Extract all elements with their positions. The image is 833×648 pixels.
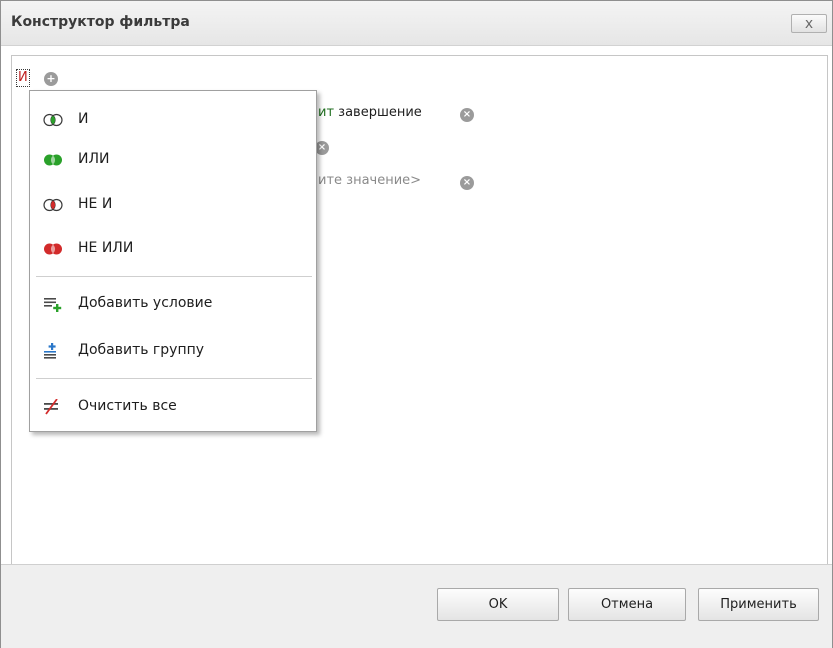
- remove-condition-1-icon[interactable]: ×: [460, 108, 474, 122]
- menu-item-not-and[interactable]: НЕ И: [30, 188, 316, 222]
- close-button[interactable]: x: [791, 14, 827, 33]
- menu-item-and[interactable]: И: [30, 103, 316, 137]
- condition-3-value-placeholder[interactable]: ите значение>: [318, 173, 421, 188]
- remove-condition-2-icon[interactable]: ×: [315, 141, 329, 155]
- condition-1-value: завершение: [338, 105, 422, 120]
- cancel-button[interactable]: Отмена: [568, 588, 686, 621]
- menu-item-add-condition[interactable]: Добавить условие: [30, 287, 316, 321]
- title-bar: Конструктор фильтра x: [1, 1, 832, 46]
- close-icon: x: [804, 16, 814, 32]
- menu-separator: [36, 378, 312, 379]
- rings-or-icon: [44, 154, 62, 166]
- menu-item-clear-all-label: Очистить все: [78, 398, 177, 414]
- menu-item-not-and-label: НЕ И: [78, 196, 113, 212]
- rings-not-or-icon: [44, 243, 62, 255]
- condition-1-operation: ит: [318, 105, 335, 120]
- apply-button[interactable]: Применить: [698, 588, 819, 621]
- menu-item-or[interactable]: ИЛИ: [30, 143, 316, 177]
- menu-item-add-group-label: Добавить группу: [78, 342, 205, 358]
- group-operator-menu: И ИЛИ НЕ И НЕ ИЛИ Добавить условие Добав…: [29, 90, 317, 432]
- dialog-title: Конструктор фильтра: [11, 14, 190, 30]
- add-condition-icon: [44, 298, 62, 312]
- condition-1-text[interactable]: ит завершение: [318, 105, 422, 120]
- menu-item-not-or[interactable]: НЕ ИЛИ: [30, 232, 316, 266]
- remove-condition-3-icon[interactable]: ×: [460, 176, 474, 190]
- add-condition-plus-icon[interactable]: +: [44, 72, 58, 86]
- root-group-operator[interactable]: И: [16, 69, 30, 87]
- menu-separator: [36, 276, 312, 277]
- menu-item-or-label: ИЛИ: [78, 151, 110, 167]
- clear-all-icon: [44, 399, 58, 415]
- rings-not-and-icon: [43, 198, 63, 212]
- menu-item-clear-all[interactable]: Очистить все: [30, 390, 316, 424]
- menu-item-not-or-label: НЕ ИЛИ: [78, 240, 134, 256]
- menu-item-add-condition-label: Добавить условие: [78, 295, 213, 311]
- add-group-icon: [44, 343, 56, 359]
- menu-item-add-group[interactable]: Добавить группу: [30, 334, 316, 368]
- menu-item-and-label: И: [78, 111, 89, 127]
- ok-button[interactable]: OK: [437, 588, 559, 621]
- rings-and-icon: [43, 113, 63, 127]
